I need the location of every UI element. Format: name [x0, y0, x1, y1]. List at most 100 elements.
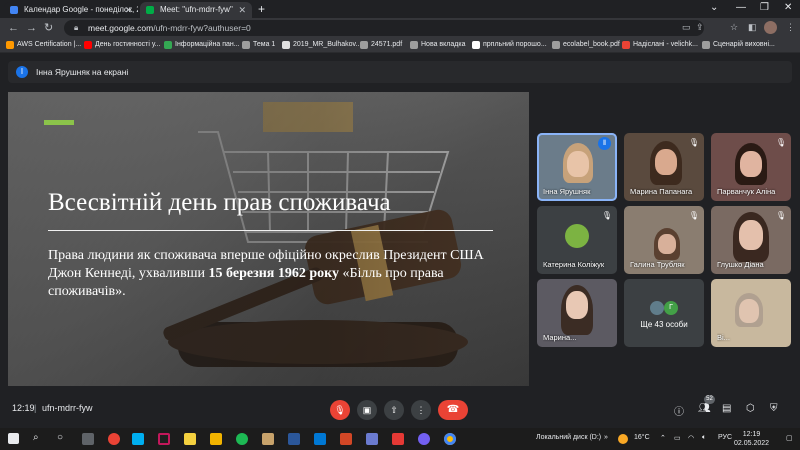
bookmark-star-icon[interactable]: ☆	[730, 22, 738, 33]
bookmark-label: AWS Certification |...	[17, 41, 82, 48]
disk-label[interactable]: Локальний диск (D:)	[536, 434, 601, 441]
cast-icon[interactable]: ▭	[682, 22, 691, 33]
close-tab-icon[interactable]: ✕	[124, 2, 132, 18]
tab-title: Календар Google - понеділок, 2	[24, 5, 138, 14]
windows-start-icon[interactable]	[8, 433, 19, 444]
close-tab-icon[interactable]: ✕	[238, 2, 246, 18]
app-icon[interactable]	[158, 433, 170, 445]
slide-body-text: Права людини як споживача вперше офіційн…	[48, 247, 508, 301]
spotify-icon[interactable]	[236, 433, 248, 445]
skype-icon[interactable]	[132, 433, 144, 445]
show-hidden-icons[interactable]: »	[604, 434, 608, 441]
maximize-button[interactable]: ❐	[760, 2, 769, 13]
mic-muted-icon: 🎙︎	[775, 138, 786, 147]
profile-avatar[interactable]	[764, 21, 777, 34]
volume-icon[interactable]: 🔈︎	[702, 434, 706, 442]
camera-app-icon[interactable]	[366, 433, 378, 445]
acrobat-icon[interactable]	[392, 433, 404, 445]
weather-icon[interactable]	[618, 434, 628, 444]
youtube-icon	[84, 41, 92, 49]
reload-icon[interactable]: ↻	[44, 21, 53, 35]
taskbar-clock[interactable]: 12:19 02.05.2022	[734, 430, 769, 448]
participant-tile[interactable]: 🎙︎ Парванчук Аліна	[711, 133, 791, 201]
lock-icon[interactable]: 🔒︎	[74, 20, 78, 36]
globe-icon	[410, 41, 418, 49]
camera-button[interactable]: ▣	[357, 400, 377, 420]
host-controls-icon[interactable]: ⛨	[770, 403, 778, 414]
task-view-icon[interactable]	[82, 433, 94, 445]
tab-google-calendar[interactable]: Календар Google - понеділок, 2 ✕	[4, 2, 138, 18]
participant-tile[interactable]: ⦀ Інна Ярушняк	[537, 133, 617, 201]
bookmark-item[interactable]: Надіслані - velichk...	[622, 38, 698, 52]
powerpoint-icon[interactable]	[340, 433, 352, 445]
weather-temperature[interactable]: 16°C	[634, 434, 650, 441]
sticky-notes-icon[interactable]	[184, 433, 196, 445]
participant-face	[740, 151, 762, 177]
mail-icon[interactable]	[314, 433, 326, 445]
chat-icon[interactable]: ▤	[722, 403, 731, 414]
new-tab-button[interactable]: +	[258, 2, 265, 16]
participant-tile[interactable]: Ві...	[711, 279, 791, 347]
present-screen-button[interactable]: ⇧	[384, 400, 404, 420]
calendar-icon	[10, 6, 18, 14]
meeting-details-icon[interactable]: ⓘ	[674, 403, 684, 418]
participant-avatar-letter: Г	[664, 301, 678, 315]
participant-tile[interactable]: 🎙︎ Глушко Діана	[711, 206, 791, 274]
more-participants-tile[interactable]: Г Ще 43 особи	[624, 279, 704, 347]
forward-icon[interactable]: →	[26, 21, 37, 35]
cortana-icon[interactable]: ○	[57, 432, 63, 443]
viber-icon[interactable]	[418, 433, 430, 445]
tab-google-meet[interactable]: Meet: "ufn-mdrr-fyw" ✕	[140, 2, 252, 18]
search-icon[interactable]: ⌕	[33, 432, 39, 443]
network-icon[interactable]: ▭	[674, 434, 681, 442]
wifi-icon[interactable]: ◠	[688, 434, 694, 442]
info-icon	[164, 41, 172, 49]
extension-icon[interactable]: ◧	[748, 22, 757, 33]
back-icon[interactable]: ←	[8, 21, 19, 35]
address-bar[interactable]: 🔒︎ meet.google.com/ufn-mdrr-fyw?authuser…	[64, 20, 704, 36]
people-icon[interactable]: 👥︎	[698, 403, 711, 414]
bookmark-item[interactable]: Інформаційна пан...	[164, 38, 240, 52]
bookmark-item[interactable]: прпльний порошо...	[472, 38, 547, 52]
speaking-indicator-icon: ⦀	[598, 137, 611, 150]
menu-icon[interactable]: ⋮	[786, 22, 795, 33]
close-window-button[interactable]: ✕	[784, 2, 792, 13]
tray-up-arrow-icon[interactable]: ⌃	[660, 434, 666, 442]
participant-name: Галина Трубляк	[630, 260, 685, 269]
tab-search-icon[interactable]: ⌄	[710, 2, 718, 13]
microphone-off-button[interactable]: 🎙︎	[330, 400, 350, 420]
participant-face	[566, 291, 588, 319]
url-path: /ufn-mdrr-fyw?authuser=0	[153, 23, 251, 33]
photos-icon[interactable]	[262, 433, 274, 445]
minimize-button[interactable]: —	[736, 2, 746, 13]
taskbar-time: 12:19	[742, 431, 761, 438]
file-explorer-icon[interactable]	[210, 433, 222, 445]
participant-tile[interactable]: Марина...	[537, 279, 617, 347]
page-icon	[242, 41, 250, 49]
bookmark-item[interactable]: 2019_MR_Bulhakov...	[282, 38, 361, 52]
bookmark-item[interactable]: ecolabel_book.pdf	[552, 38, 620, 52]
opera-icon[interactable]	[108, 433, 120, 445]
bookmark-label: Інформаційна пан...	[175, 41, 240, 48]
bookmark-item[interactable]: Тема 1	[242, 38, 275, 52]
word-icon[interactable]	[288, 433, 300, 445]
participant-face	[658, 234, 676, 254]
gmail-icon	[622, 41, 630, 49]
bookmark-item[interactable]: AWS Certification |...	[6, 38, 81, 52]
bookmark-item[interactable]: День гостинності у...	[84, 38, 160, 52]
bookmark-label: Надіслані - velichk...	[633, 41, 698, 48]
leave-call-button[interactable]: ☎	[438, 400, 468, 420]
chrome-icon[interactable]	[444, 433, 456, 445]
activities-icon[interactable]: ⬡	[746, 403, 755, 414]
participant-tile[interactable]: 🎙︎ Марина Папанага	[624, 133, 704, 201]
more-options-button[interactable]: ⋮	[411, 400, 431, 420]
language-indicator[interactable]: РУС	[718, 434, 732, 441]
notifications-icon[interactable]: ▢	[786, 434, 793, 442]
bookmark-item[interactable]: Сценарій виховні...	[702, 38, 775, 52]
bookmark-item[interactable]: Нова вкладка	[410, 38, 465, 52]
participant-tile[interactable]: 🎙︎ Катерина Коліжук	[537, 206, 617, 274]
bookmark-item[interactable]: 24571.pdf	[360, 38, 402, 52]
share-icon[interactable]: ⇪	[696, 22, 704, 33]
slide-title: Всесвітній день прав споживача	[48, 189, 391, 216]
participant-tile[interactable]: 🎙︎ Галина Трубляк	[624, 206, 704, 274]
